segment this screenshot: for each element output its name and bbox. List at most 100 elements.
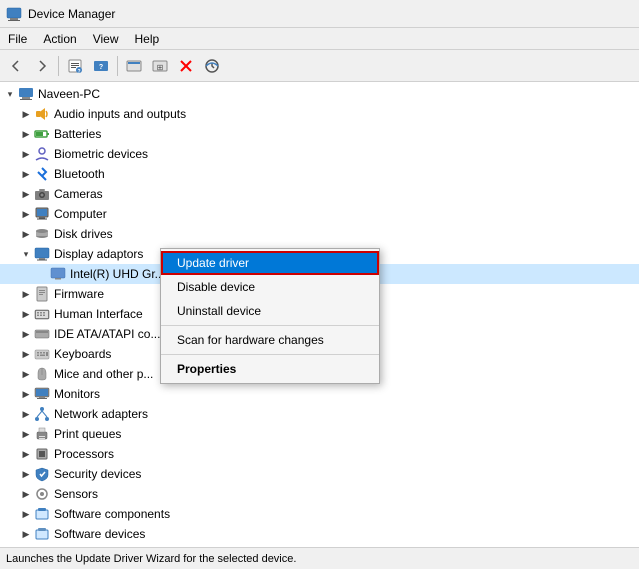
- security-icon: [34, 466, 50, 482]
- forward-button[interactable]: [30, 54, 54, 78]
- tree-root[interactable]: ▾ Naveen-PC: [0, 84, 639, 104]
- expand-ide: ▶: [18, 326, 34, 342]
- battery-icon: [34, 126, 50, 142]
- expand-audio: ▶: [18, 106, 34, 122]
- security-label: Security devices: [54, 467, 141, 481]
- ctx-properties[interactable]: Properties: [161, 357, 379, 381]
- menu-action[interactable]: Action: [35, 30, 84, 47]
- tree-item-sensors[interactable]: ▶ Sensors: [0, 484, 639, 504]
- sw-devices-label: Software devices: [54, 527, 145, 541]
- svg-text:⊞: ⊞: [157, 63, 164, 72]
- expand-keyboards: ▶: [18, 346, 34, 362]
- tree-item-batteries[interactable]: ▶ Batteries: [0, 124, 639, 144]
- ctx-update-driver[interactable]: Update driver: [161, 251, 379, 275]
- expand-computer: ▶: [18, 206, 34, 222]
- ide-label: IDE ATA/ATAPI co...: [54, 327, 160, 341]
- tree-item-security[interactable]: ▶ Security devices: [0, 464, 639, 484]
- expand-sw-components: ▶: [18, 506, 34, 522]
- sw-devices-icon: [34, 526, 50, 542]
- audio-label: Audio inputs and outputs: [54, 107, 186, 121]
- menu-file[interactable]: File: [0, 30, 35, 47]
- sound-icon: [34, 546, 50, 547]
- tree-item-disk[interactable]: ▶ Disk drives: [0, 224, 639, 244]
- ctx-uninstall-device[interactable]: Uninstall device: [161, 299, 379, 323]
- expand-disk: ▶: [18, 226, 34, 242]
- print-label: Print queues: [54, 427, 121, 441]
- root-label: Naveen-PC: [38, 87, 100, 101]
- tree-item-sound[interactable]: ▶ Sound, video and game controllers: [0, 544, 639, 547]
- svg-text:?: ?: [77, 69, 80, 74]
- processors-label: Processors: [54, 447, 114, 461]
- properties-button[interactable]: ?: [63, 54, 87, 78]
- ide-icon: [34, 326, 50, 342]
- display-label: Display adaptors: [54, 247, 143, 261]
- monitor-icon: [34, 386, 50, 402]
- intel-icon: [50, 266, 66, 282]
- tree-item-computer[interactable]: ▶ Computer: [0, 204, 639, 224]
- biometric-label: Biometric devices: [54, 147, 148, 161]
- expand-sensors: ▶: [18, 486, 34, 502]
- firmware-label: Firmware: [54, 287, 104, 301]
- toolbar: ? ? ⊞: [0, 50, 639, 82]
- sw-components-icon: [34, 506, 50, 522]
- expand-mice: ▶: [18, 366, 34, 382]
- svg-text:?: ?: [99, 64, 103, 71]
- computer-label: Computer: [54, 207, 107, 221]
- tree-item-print[interactable]: ▶ Print queues: [0, 424, 639, 444]
- expand-sw-devices: ▶: [18, 526, 34, 542]
- toolbar-sep-1: [58, 56, 59, 76]
- expand-processors: ▶: [18, 446, 34, 462]
- tree-item-sw-components[interactable]: ▶ Software components: [0, 504, 639, 524]
- status-text: Launches the Update Driver Wizard for th…: [6, 553, 296, 565]
- expand-monitors: ▶: [18, 386, 34, 402]
- expand-biometric: ▶: [18, 146, 34, 162]
- menu-view[interactable]: View: [85, 30, 127, 47]
- update-button[interactable]: ⊞: [148, 54, 172, 78]
- disk-icon: [34, 226, 50, 242]
- bluetooth-icon: [34, 166, 50, 182]
- tree-item-sw-devices[interactable]: ▶ Software devices: [0, 524, 639, 544]
- expand-firmware: ▶: [18, 286, 34, 302]
- context-menu: Update driver Disable device Uninstall d…: [160, 248, 380, 384]
- expand-batteries: ▶: [18, 126, 34, 142]
- tree-item-network[interactable]: ▶ Network adapters: [0, 404, 639, 424]
- menu-help[interactable]: Help: [127, 30, 168, 47]
- show-button[interactable]: [122, 54, 146, 78]
- expand-display: ▾: [18, 246, 34, 262]
- network-label: Network adapters: [54, 407, 148, 421]
- keyboards-label: Keyboards: [54, 347, 111, 361]
- sensors-icon: [34, 486, 50, 502]
- human-label: Human Interface: [54, 307, 143, 321]
- tree-item-bluetooth[interactable]: ▶ Bluetooth: [0, 164, 639, 184]
- back-button[interactable]: [4, 54, 28, 78]
- menu-bar: File Action View Help: [0, 28, 639, 50]
- computer-icon: [18, 86, 34, 102]
- sw-components-label: Software components: [54, 507, 170, 521]
- tree-item-audio[interactable]: ▶ Audio inputs and outputs: [0, 104, 639, 124]
- tree-item-cameras[interactable]: ▶ Cameras: [0, 184, 639, 204]
- audio-icon: [34, 106, 50, 122]
- camera-icon: [34, 186, 50, 202]
- status-bar: Launches the Update Driver Wizard for th…: [0, 547, 639, 569]
- expand-sound: ▶: [18, 546, 34, 547]
- firmware-icon: [34, 286, 50, 302]
- help-button[interactable]: ?: [89, 54, 113, 78]
- ctx-scan-hardware[interactable]: Scan for hardware changes: [161, 328, 379, 352]
- disk-label: Disk drives: [54, 227, 113, 241]
- remove-button[interactable]: [174, 54, 198, 78]
- scan-button[interactable]: [200, 54, 224, 78]
- network-icon: [34, 406, 50, 422]
- ctx-disable-device[interactable]: Disable device: [161, 275, 379, 299]
- expand-human: ▶: [18, 306, 34, 322]
- biometric-icon: [34, 146, 50, 162]
- print-icon: [34, 426, 50, 442]
- toolbar-sep-2: [117, 56, 118, 76]
- sensors-label: Sensors: [54, 487, 98, 501]
- batteries-label: Batteries: [54, 127, 101, 141]
- tree-item-biometric[interactable]: ▶ Biometric devices: [0, 144, 639, 164]
- tree-item-processors[interactable]: ▶ Processors: [0, 444, 639, 464]
- display-icon: [34, 246, 50, 262]
- ctx-sep-2: [161, 354, 379, 355]
- tree-item-monitors[interactable]: ▶ Monitors: [0, 384, 639, 404]
- cameras-label: Cameras: [54, 187, 103, 201]
